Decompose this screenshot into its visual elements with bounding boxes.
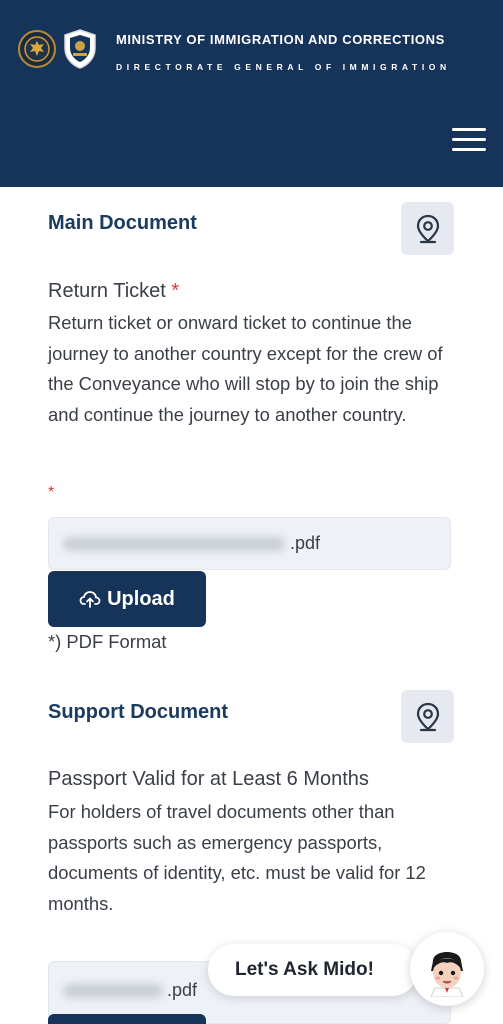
support-document-location-button[interactable] [401,690,454,743]
support-document-title: Support Document [48,701,228,723]
mido-avatar-icon [430,952,464,997]
ask-mido-chat-button[interactable]: Let's Ask Mido! [208,944,418,996]
location-pin-icon [416,214,439,243]
upload-button[interactable]: Upload [48,571,206,627]
passport-validity-description: For holders of travel documents other th… [48,801,426,914]
pdf-format-note: *) PDF Format [48,631,167,652]
immigration-shield-icon [62,28,98,70]
app-header: MINISTRY OF IMMIGRATION AND CORRECTIONS … [0,0,503,187]
upload-button-partial[interactable] [48,1014,206,1024]
hamburger-menu-button[interactable] [452,128,486,152]
ministry-title: MINISTRY OF IMMIGRATION AND CORRECTIONS [116,32,445,47]
main-document-title: Main Document [48,212,197,234]
return-ticket-file-field[interactable]: .pdf [48,517,451,570]
location-pin-icon [416,702,439,731]
mido-avatar-button[interactable] [410,932,484,1006]
hamburger-icon [452,128,486,131]
garuda-emblem-icon [18,30,56,68]
file-required-asterisk: * [48,484,55,501]
return-ticket-description: Return ticket or onward ticket to contin… [48,312,443,425]
blurred-filename [63,984,163,998]
blurred-filename [63,537,285,551]
return-ticket-label: Return Ticket * [48,280,180,302]
directorate-subtitle: DIRECTORATE GENERAL OF IMMIGRATION [116,62,451,72]
required-asterisk: * [171,280,180,302]
cloud-upload-icon [79,591,101,608]
file-extension: .pdf [167,980,198,1000]
passport-validity-label: Passport Valid for at Least 6 Months [48,768,369,790]
file-extension: .pdf [290,533,321,553]
main-document-location-button[interactable] [401,202,454,255]
